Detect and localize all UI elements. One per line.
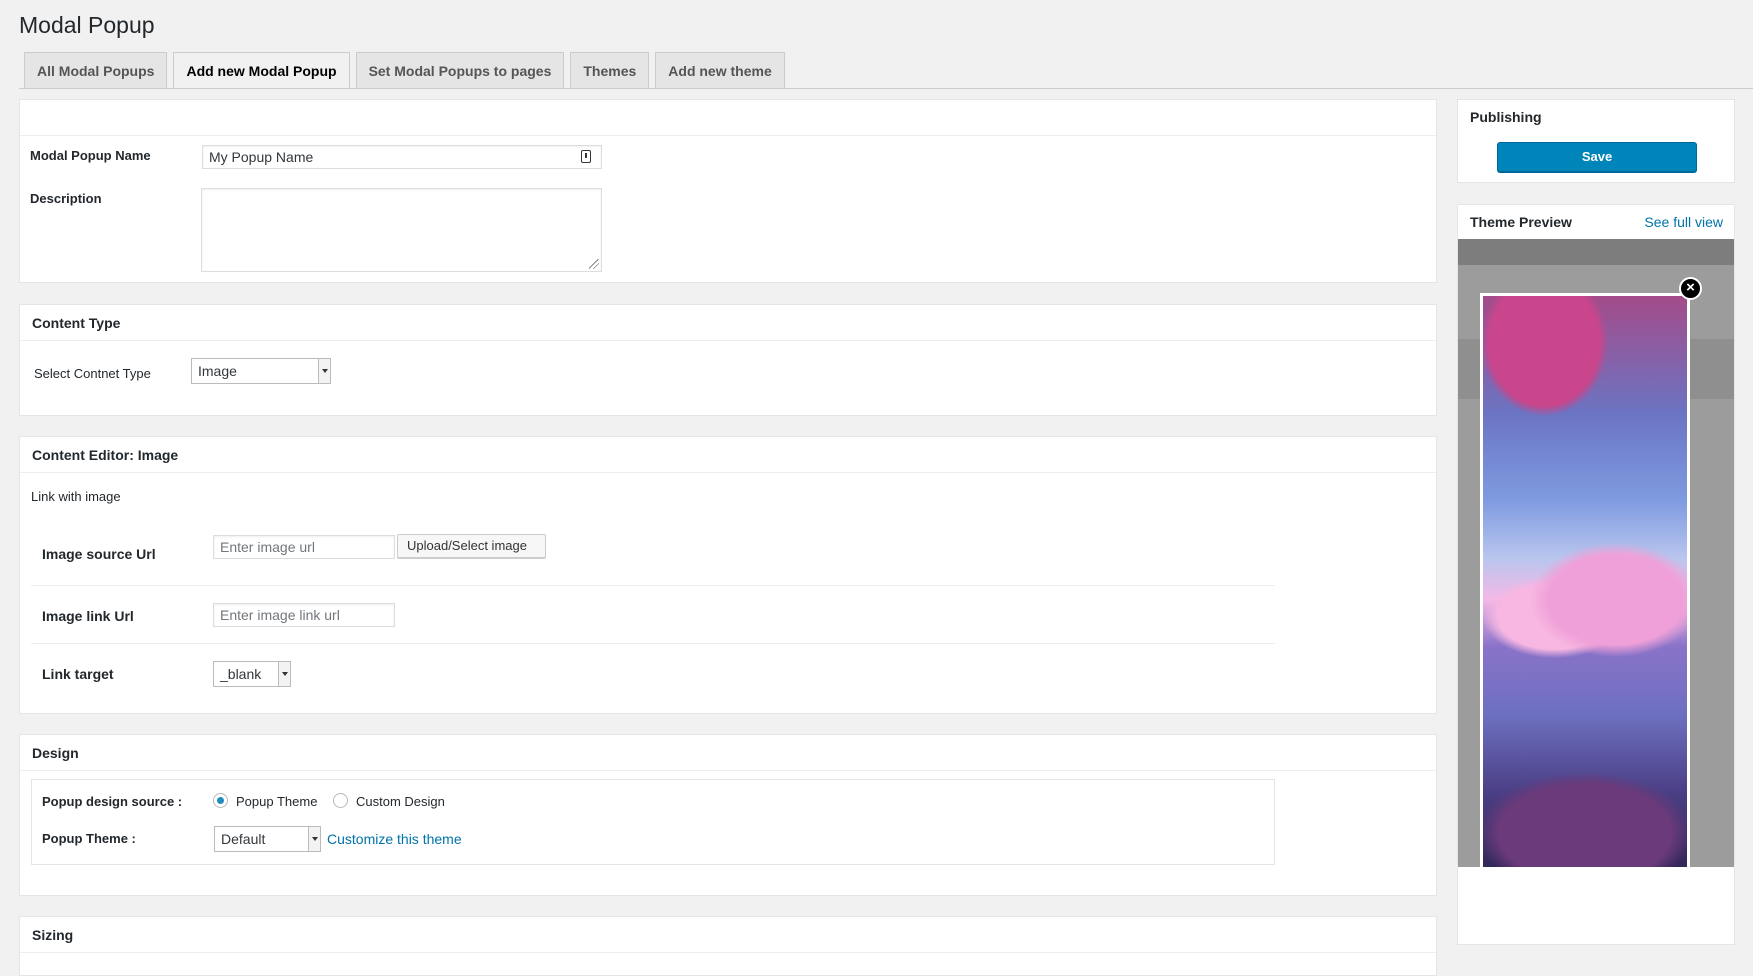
popup-theme-option-label[interactable]: Popup Theme (236, 794, 317, 809)
publishing-panel: Publishing Save (1457, 99, 1735, 183)
sizing-panel: Sizing (19, 916, 1437, 976)
sizing-title: Sizing (20, 917, 1436, 953)
link-target-label: Link target (42, 666, 114, 682)
content-editor-title: Content Editor: Image (20, 437, 1436, 473)
content-editor-panel: Content Editor: Image Link with image Im… (19, 436, 1437, 714)
design-title: Design (20, 735, 1436, 771)
theme-preview-title: Theme Preview (1470, 214, 1572, 230)
content-type-title: Content Type (20, 305, 1436, 341)
preview-header-band (1458, 239, 1734, 265)
upload-select-image-button[interactable]: Upload/Select image (397, 534, 546, 558)
tab-add-new-theme[interactable]: Add new theme (655, 52, 785, 88)
link-target-select[interactable]: _blank (213, 661, 291, 687)
publishing-title: Publishing (1470, 109, 1542, 125)
radio-custom-design[interactable] (333, 793, 348, 808)
popup-name-value: My Popup Name (209, 149, 314, 165)
content-type-panel: Content Type Select Contnet Type Image (19, 304, 1437, 416)
basic-info-panel: Modal Popup Name My Popup Name Descripti… (19, 99, 1437, 283)
save-button[interactable]: Save (1497, 142, 1697, 172)
chevron-down-icon (278, 662, 290, 686)
tab-themes[interactable]: Themes (570, 52, 650, 88)
design-source-label: Popup design source : (42, 794, 183, 809)
image-link-input[interactable]: Enter image link url (213, 603, 395, 627)
image-link-label: Image link Url (42, 608, 134, 624)
link-with-image-label: Link with image (31, 489, 121, 504)
tab-all-modal-popups[interactable]: All Modal Popups (24, 52, 168, 88)
theme-preview-canvas: × (1458, 239, 1734, 867)
custom-design-option-label[interactable]: Custom Design (356, 794, 445, 809)
popup-theme-select[interactable]: Default (214, 826, 321, 852)
preview-landscape-image (1483, 296, 1687, 867)
radio-popup-theme[interactable] (213, 793, 228, 808)
tab-add-new-modal-popup[interactable]: Add new Modal Popup (173, 52, 350, 89)
see-full-view-link[interactable]: See full view (1644, 214, 1723, 230)
image-source-label: Image source Url (42, 546, 156, 562)
chevron-down-icon (308, 827, 320, 851)
customize-theme-link[interactable]: Customize this theme (327, 831, 462, 847)
popup-name-label: Modal Popup Name (30, 148, 151, 163)
chevron-down-icon (318, 359, 330, 383)
image-source-input[interactable]: Enter image url (213, 535, 395, 559)
tabs-divider (19, 88, 1753, 89)
page-title: Modal Popup (19, 12, 155, 38)
tab-bar: All Modal Popups Add new Modal Popup Set… (24, 52, 785, 89)
content-type-select-label: Select Contnet Type (34, 366, 151, 381)
basic-info-header (20, 100, 1436, 136)
row-divider (31, 585, 1275, 586)
description-textarea[interactable] (201, 188, 602, 272)
content-type-select[interactable]: Image (191, 358, 331, 384)
description-label: Description (30, 191, 102, 206)
popup-theme-label: Popup Theme : (42, 831, 136, 846)
tab-set-modal-popups-to-pages[interactable]: Set Modal Popups to pages (355, 52, 565, 88)
close-icon[interactable]: × (1679, 277, 1702, 300)
content-type-selected: Image (198, 363, 237, 379)
preview-modal-frame (1480, 293, 1690, 867)
row-divider (31, 643, 1275, 644)
design-options-box: Popup design source : Popup Theme Custom… (31, 779, 1275, 865)
popup-name-input[interactable]: My Popup Name (202, 145, 602, 169)
popup-theme-selected: Default (221, 831, 266, 847)
autofill-icon (581, 150, 591, 163)
design-panel: Design Popup design source : Popup Theme… (19, 734, 1437, 896)
theme-preview-panel: Theme Preview See full view × (1457, 204, 1735, 945)
link-target-selected: _blank (220, 666, 262, 682)
resize-grip-icon[interactable] (589, 259, 599, 269)
